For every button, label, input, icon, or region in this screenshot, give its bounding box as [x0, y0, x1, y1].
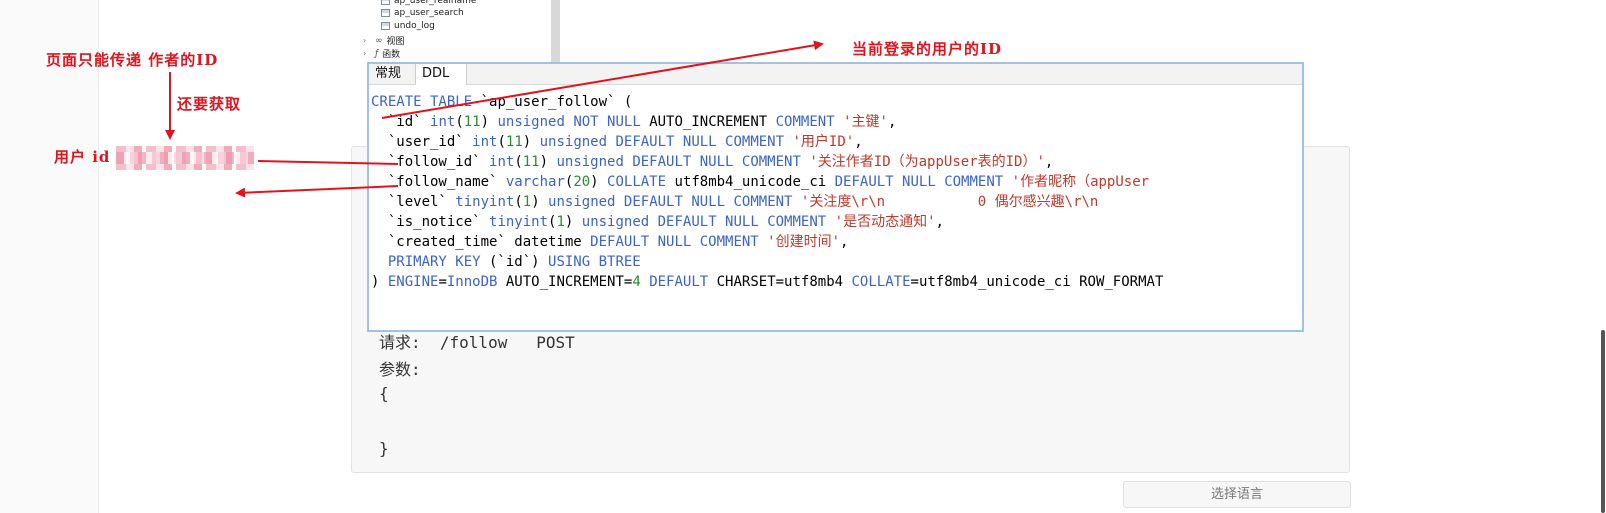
arrow-to-current-user-id	[381, 40, 824, 119]
arrow-from-follow-name	[235, 185, 399, 198]
annotation-arrows	[165, 40, 824, 198]
arrow-to-follow-id	[257, 160, 399, 165]
